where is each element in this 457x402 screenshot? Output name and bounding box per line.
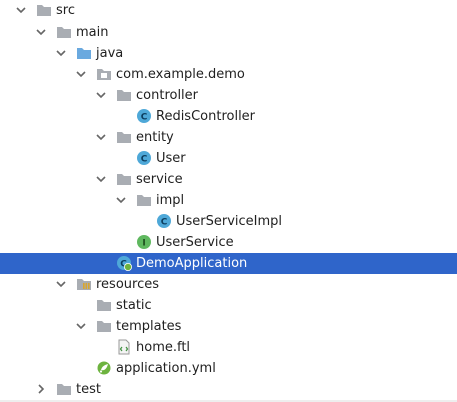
resources-folder-icon bbox=[77, 279, 91, 290]
folder-icon bbox=[57, 384, 71, 395]
tree-node-label: com.example.demo bbox=[116, 67, 245, 82]
spring-boot-application-icon: C bbox=[117, 256, 132, 271]
tree-node-label: RedisController bbox=[156, 109, 256, 124]
chevron-down-icon[interactable] bbox=[14, 3, 28, 17]
tree-node-redis-controller[interactable]: C RedisController bbox=[0, 106, 457, 127]
tree-node-user-service-impl[interactable]: C UserServiceImpl bbox=[0, 211, 457, 232]
folder-icon bbox=[117, 90, 131, 101]
tree-node-package[interactable]: com.example.demo bbox=[0, 64, 457, 85]
tree-node-label: templates bbox=[116, 319, 182, 334]
tree-node-label: DemoApplication bbox=[136, 256, 248, 271]
tree-node-label: UserServiceImpl bbox=[176, 214, 283, 229]
tree-node-service[interactable]: service bbox=[0, 169, 457, 190]
svg-text:I: I bbox=[142, 239, 145, 249]
tree-node-label: impl bbox=[156, 193, 185, 208]
tree-node-templates[interactable]: templates bbox=[0, 316, 457, 337]
interface-icon: I bbox=[137, 235, 151, 249]
folder-icon bbox=[117, 174, 131, 185]
chevron-down-icon[interactable] bbox=[114, 193, 128, 207]
tree-node-label: src bbox=[56, 3, 75, 18]
tree-node-java[interactable]: java bbox=[0, 43, 457, 64]
folder-icon bbox=[117, 132, 131, 143]
tree-node-label: controller bbox=[136, 88, 199, 103]
tree-node-static[interactable]: static bbox=[0, 295, 457, 316]
tree-node-application-yml[interactable]: application.yml bbox=[0, 358, 457, 379]
tree-node-user[interactable]: C User bbox=[0, 148, 457, 169]
svg-text:C: C bbox=[141, 155, 148, 165]
tree-node-label: test bbox=[76, 382, 101, 397]
class-icon: C bbox=[157, 214, 171, 228]
tree-node-resources[interactable]: resources bbox=[0, 274, 457, 295]
package-folder-icon bbox=[97, 69, 111, 80]
tree-node-label: service bbox=[136, 172, 183, 187]
tree-node-demo-application[interactable]: C DemoApplication bbox=[0, 253, 457, 274]
tree-node-label: UserService bbox=[156, 235, 234, 250]
class-icon: C bbox=[137, 109, 151, 123]
spring-yml-file-icon bbox=[97, 361, 111, 375]
tree-node-src[interactable]: src bbox=[0, 0, 457, 21]
chevron-down-icon[interactable] bbox=[74, 67, 88, 81]
ftl-file-icon bbox=[118, 339, 130, 355]
folder-icon bbox=[37, 5, 51, 16]
chevron-down-icon[interactable] bbox=[94, 88, 108, 102]
tree-node-home-ftl[interactable]: home.ftl bbox=[0, 337, 457, 358]
tree-node-label: java bbox=[96, 46, 124, 61]
tree-node-label: entity bbox=[136, 130, 174, 145]
chevron-down-icon[interactable] bbox=[74, 319, 88, 333]
tree-node-main[interactable]: main bbox=[0, 22, 457, 43]
tree-node-label: application.yml bbox=[116, 361, 216, 376]
chevron-down-icon[interactable] bbox=[94, 172, 108, 186]
folder-icon bbox=[97, 321, 111, 332]
tree-node-label: home.ftl bbox=[136, 340, 191, 355]
folder-icon bbox=[137, 195, 151, 206]
class-icon: C bbox=[137, 151, 151, 165]
chevron-down-icon[interactable] bbox=[34, 25, 48, 39]
tree-node-label: User bbox=[156, 151, 186, 166]
chevron-down-icon[interactable] bbox=[54, 46, 68, 60]
source-folder-icon bbox=[77, 48, 91, 59]
svg-text:C: C bbox=[141, 113, 148, 123]
tree-node-label: static bbox=[116, 298, 152, 313]
tree-node-entity[interactable]: entity bbox=[0, 127, 457, 148]
tree-node-user-service[interactable]: I UserService bbox=[0, 232, 457, 253]
chevron-right-icon[interactable] bbox=[34, 382, 48, 396]
project-tree: src main java com.example.demo controlle… bbox=[0, 0, 457, 402]
folder-icon bbox=[57, 27, 71, 38]
svg-text:C: C bbox=[161, 218, 168, 228]
tree-node-label: resources bbox=[96, 277, 160, 292]
tree-node-impl[interactable]: impl bbox=[0, 190, 457, 211]
chevron-down-icon[interactable] bbox=[94, 130, 108, 144]
chevron-down-icon[interactable] bbox=[54, 277, 68, 291]
tree-node-controller[interactable]: controller bbox=[0, 85, 457, 106]
folder-icon bbox=[97, 300, 111, 311]
tree-node-test[interactable]: test bbox=[0, 379, 457, 400]
tree-node-label: main bbox=[76, 25, 109, 40]
